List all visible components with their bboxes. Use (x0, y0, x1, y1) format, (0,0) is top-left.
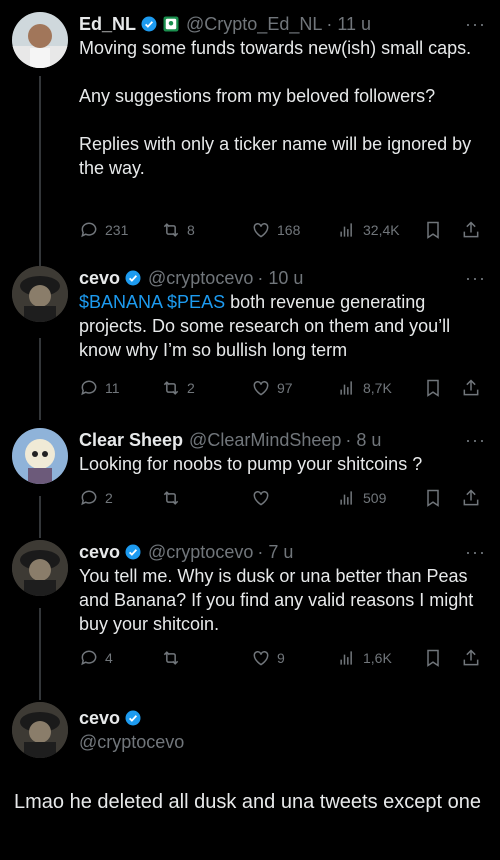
affiliate-badge-icon (163, 16, 179, 32)
more-options-icon[interactable]: ··· (465, 14, 486, 35)
reply-icon (81, 490, 97, 506)
heart-icon (253, 222, 269, 238)
caption-text: Lmao he deleted all dusk and una tweets … (14, 791, 481, 813)
reply-icon (81, 650, 97, 666)
views-button[interactable]: 509 (337, 488, 386, 508)
view-count: 8,7K (363, 380, 392, 396)
heart-icon (253, 490, 269, 506)
retweet-icon (163, 491, 179, 505)
author-name[interactable]: cevo (79, 540, 120, 564)
share-button[interactable] (461, 220, 481, 240)
heart-icon (253, 380, 269, 396)
views-icon (340, 223, 352, 237)
bookmark-button[interactable] (423, 220, 443, 240)
bookmark-button[interactable] (423, 648, 443, 668)
reply-count: 231 (105, 222, 129, 238)
retweet-button[interactable] (161, 488, 187, 508)
avatar[interactable] (12, 428, 68, 484)
bookmark-icon (427, 379, 439, 397)
verified-badge-icon (141, 16, 157, 32)
like-count: 168 (277, 222, 301, 238)
bookmark-button[interactable] (423, 378, 443, 398)
share-button[interactable] (461, 648, 481, 668)
tweet-text: You tell me. Why is dusk or una better t… (79, 566, 479, 634)
retweet-button[interactable]: 8 (161, 220, 195, 240)
views-button[interactable]: 32,4K (337, 220, 400, 240)
like-button[interactable]: 9 (251, 648, 285, 668)
profile-card[interactable]: cevo @cryptocevo (0, 702, 500, 766)
more-options-icon[interactable]: ··· (465, 542, 486, 563)
heart-icon (253, 650, 269, 666)
more-options-icon[interactable]: ··· (465, 430, 486, 451)
share-icon (463, 379, 479, 396)
bookmark-button[interactable] (423, 488, 443, 508)
tweet-time[interactable]: · 8 u (345, 428, 381, 452)
views-icon (340, 491, 352, 505)
share-icon (463, 649, 479, 666)
reply-button[interactable]: 11 (79, 378, 120, 398)
reply-count: 2 (105, 490, 113, 506)
bookmark-icon (427, 649, 439, 667)
reply-icon (81, 222, 97, 238)
verified-badge-icon (125, 710, 141, 726)
reply-count: 4 (105, 650, 113, 666)
author-handle[interactable]: @ClearMindSheep (189, 428, 341, 452)
avatar[interactable] (12, 702, 68, 758)
tweet-time[interactable]: · 7 u (257, 540, 293, 564)
share-icon (463, 489, 479, 506)
reply-button[interactable]: 4 (79, 648, 113, 668)
reply-button[interactable]: 231 (79, 220, 128, 240)
retweet-button[interactable] (161, 648, 187, 668)
reply-icon (81, 380, 97, 396)
verified-badge-icon (125, 544, 141, 560)
views-button[interactable]: 1,6K (337, 648, 392, 668)
retweet-count: 2 (187, 380, 195, 396)
tweet-clear-sheep[interactable]: Clear Sheep @ClearMindSheep · 8 u Lookin… (0, 428, 500, 528)
views-button[interactable]: 8,7K (337, 378, 392, 398)
profile-name[interactable]: cevo (79, 706, 120, 730)
like-button[interactable]: 168 (251, 220, 300, 240)
retweet-icon (163, 651, 179, 665)
tweet-text: Moving some funds towards new(ish) small… (79, 38, 472, 178)
like-count: 9 (277, 650, 285, 666)
bookmark-icon (427, 489, 439, 507)
views-icon (340, 651, 352, 665)
retweet-button[interactable]: 2 (161, 378, 195, 398)
reply-button[interactable]: 2 (79, 488, 113, 508)
avatar[interactable] (12, 12, 68, 68)
author-name[interactable]: cevo (79, 266, 120, 290)
profile-handle[interactable]: @cryptocevo (79, 730, 184, 754)
view-count: 509 (363, 490, 387, 506)
author-name[interactable]: Ed_NL (79, 12, 136, 36)
tweet-text: Looking for noobs to pump your shitcoins… (79, 454, 423, 474)
author-handle[interactable]: @cryptocevo (148, 266, 253, 290)
bookmark-icon (427, 221, 439, 239)
retweet-count: 8 (187, 222, 195, 238)
view-count: 1,6K (363, 650, 392, 666)
views-icon (340, 381, 352, 395)
like-button[interactable] (251, 488, 277, 508)
like-count: 97 (277, 380, 293, 396)
share-button[interactable] (461, 378, 481, 398)
avatar[interactable] (12, 266, 68, 322)
avatar[interactable] (12, 540, 68, 596)
tweet-time[interactable]: · 11 u (326, 12, 371, 36)
tweet-time[interactable]: · 10 u (257, 266, 303, 290)
reply-count: 11 (105, 380, 120, 396)
retweet-icon (163, 381, 179, 395)
author-handle[interactable]: @cryptocevo (148, 540, 253, 564)
share-button[interactable] (461, 488, 481, 508)
like-button[interactable]: 97 (251, 378, 293, 398)
cashtag-links[interactable]: $BANANA $PEAS (79, 292, 225, 312)
view-count: 32,4K (363, 222, 400, 238)
retweet-icon (163, 223, 179, 237)
share-icon (463, 221, 479, 238)
tweet-text: $BANANA $PEAS both revenue generating pr… (79, 290, 486, 362)
author-handle[interactable]: @Crypto_Ed_NL (186, 12, 322, 36)
verified-badge-icon (125, 270, 141, 286)
author-name[interactable]: Clear Sheep (79, 428, 183, 452)
more-options-icon[interactable]: ··· (465, 268, 486, 289)
